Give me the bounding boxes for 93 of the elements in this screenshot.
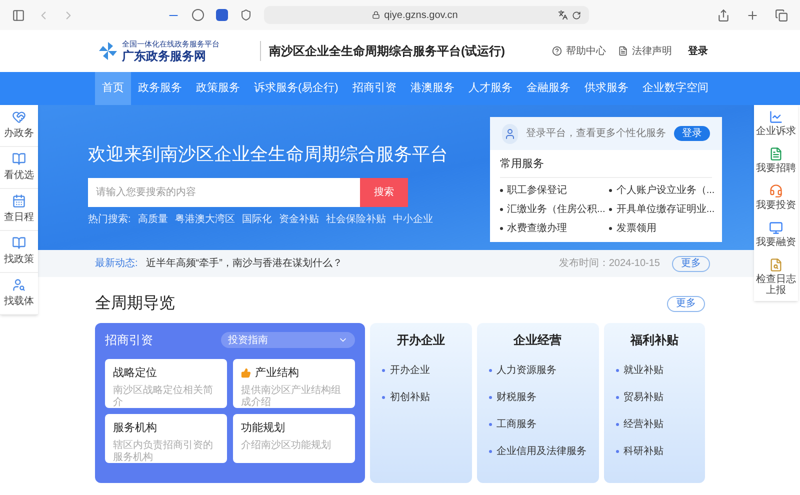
translate-icon[interactable]	[558, 10, 568, 20]
document-icon	[769, 147, 783, 161]
nav-tab[interactable]: 企业数字空间	[635, 72, 716, 105]
book-icon	[12, 236, 26, 250]
heart-hands-icon	[12, 110, 26, 124]
tile-description: 介绍南沙区功能规划	[241, 440, 332, 452]
tabs-icon[interactable]	[775, 8, 788, 22]
headset-icon	[769, 184, 783, 198]
lock-icon	[372, 11, 380, 19]
tile-description: 南沙区战略定位相关简介	[113, 384, 214, 408]
more-button[interactable]: 更多	[667, 296, 705, 312]
file-search-icon	[769, 258, 783, 272]
tile-title: 功能规划	[241, 421, 285, 436]
site-title: 南沙区企业全生命周期综合服务平台(试运行)	[269, 43, 505, 60]
tile-description: 提供南沙区产业结构组成介绍	[241, 384, 342, 408]
card-title: 开办企业	[396, 332, 446, 349]
help-icon	[552, 46, 562, 56]
card-link[interactable]: 贸易补贴	[616, 390, 693, 405]
legal-link[interactable]: 法律声明	[614, 44, 676, 58]
url-text: qiye.gzns.gov.cn	[384, 8, 458, 22]
card-link[interactable]: 人力资源服务	[488, 363, 586, 378]
card-title: 招商引资	[105, 332, 153, 349]
sidebar-item[interactable]: 找政策	[0, 231, 38, 273]
topic-tile[interactable]: 服务机构 辖区内负责招商引资的服务机构	[105, 414, 227, 463]
card-link[interactable]: 初创补贴	[382, 390, 460, 405]
card-title: 福利补贴	[629, 332, 680, 349]
search-field[interactable]: 请输入您要搜索的内容	[88, 178, 360, 207]
service-link[interactable]: 汇缴业务（住房公积...	[500, 202, 606, 216]
service-link[interactable]: 发票领用	[609, 220, 715, 236]
share-icon[interactable]	[717, 8, 730, 22]
sidebar-item[interactable]: 我要投资	[754, 179, 798, 216]
chart-icon	[769, 110, 783, 124]
calendar-icon	[12, 194, 26, 208]
sidebar-item[interactable]: 检查日志上报	[754, 253, 798, 301]
service-link[interactable]: 开具单位缴存证明业...	[609, 202, 715, 216]
avatar-icon	[502, 124, 518, 144]
more-button[interactable]: 更多	[672, 256, 710, 272]
nav-tab[interactable]: 招商引资	[345, 72, 404, 105]
nav-tab[interactable]: 政务服务	[131, 72, 189, 105]
sidebar-item[interactable]: 办政务	[0, 105, 38, 147]
nav-tab[interactable]: 金融服务	[519, 72, 578, 105]
card-link[interactable]: 就业补贴	[616, 363, 693, 378]
card-link[interactable]: 工商服务	[488, 417, 586, 432]
nav-tab[interactable]: 供求服务	[577, 72, 636, 105]
topic-tile[interactable]: 功能规划 介绍南沙区功能规划	[233, 414, 355, 463]
logo-name: 广东政务服务网	[122, 50, 207, 62]
new-tab-icon[interactable]	[746, 8, 759, 22]
publish-date: 发布时间：2024-10-15	[558, 256, 660, 271]
card-link[interactable]: 企业信用及法律服务	[488, 444, 586, 459]
topic-tile[interactable]: 战略定位 南沙区战略定位相关简介	[105, 359, 227, 408]
hero-title: 欢迎来到南沙区企业全生命周期综合服务平台	[88, 143, 448, 166]
sidebar-icon[interactable]	[12, 8, 25, 22]
news-label: 最新动态:	[95, 256, 138, 271]
service-link[interactable]: 职工参保登记	[500, 182, 606, 198]
address-bar[interactable]: qiye.gzns.gov.cn	[264, 6, 589, 24]
book-icon	[12, 152, 26, 166]
card-link[interactable]: 经营补贴	[616, 417, 693, 432]
nav-tab[interactable]: 港澳服务	[403, 72, 462, 105]
news-headline[interactable]: 近半年高频“牵手”，南沙与香港在谋划什么？	[146, 256, 342, 271]
extension-icon[interactable]	[192, 9, 204, 21]
reload-icon[interactable]	[572, 10, 581, 20]
card-link[interactable]: 开办企业	[382, 363, 460, 378]
nav-tab[interactable]: 政策服务	[189, 72, 247, 105]
sidebar-item[interactable]: 找载体	[0, 273, 38, 315]
nav-tab[interactable]: 人才服务	[461, 72, 520, 105]
tile-title: 产业结构	[255, 366, 299, 381]
tile-title: 战略定位	[113, 366, 157, 381]
service-link[interactable]: 水费查缴办理	[500, 220, 606, 236]
monitor-icon	[769, 221, 783, 235]
login-link[interactable]: 登录	[688, 44, 708, 58]
service-link[interactable]: 个人账户设立业务（...	[609, 182, 715, 198]
topic-tile[interactable]: 产业结构 提供南沙区产业结构组成介绍	[233, 359, 355, 408]
pinwheel-logo-icon	[98, 41, 118, 61]
card-link[interactable]: 财税服务	[488, 390, 586, 405]
tile-description: 辖区内负责招商引资的服务机构	[113, 440, 214, 464]
login-prompt: 登录平台，查看更多个性化服务	[526, 126, 666, 141]
card-link[interactable]: 科研补贴	[616, 444, 693, 459]
nav-tab[interactable]: 诉求服务(易企行)	[247, 72, 346, 105]
hot-search-label: 热门搜索:	[88, 212, 131, 227]
card-title: 企业经营	[512, 332, 562, 349]
person-search-icon	[12, 278, 26, 292]
sidebar-item[interactable]: 我要融资	[754, 216, 798, 253]
sidebar-item[interactable]: 查日程	[0, 189, 38, 231]
tile-title: 服务机构	[113, 421, 157, 436]
login-button[interactable]: 登录	[674, 126, 710, 141]
document-icon	[618, 46, 628, 56]
sidebar-item[interactable]: 看优选	[0, 147, 38, 189]
services-title: 常用服务	[500, 156, 712, 178]
shield-icon[interactable]	[240, 9, 252, 21]
sidebar-item[interactable]: 我要招聘	[754, 142, 798, 179]
help-link[interactable]: 帮助中心	[548, 44, 610, 58]
sidebar-item[interactable]: 企业诉求	[754, 105, 798, 142]
section-title: 全周期导览	[95, 294, 175, 314]
